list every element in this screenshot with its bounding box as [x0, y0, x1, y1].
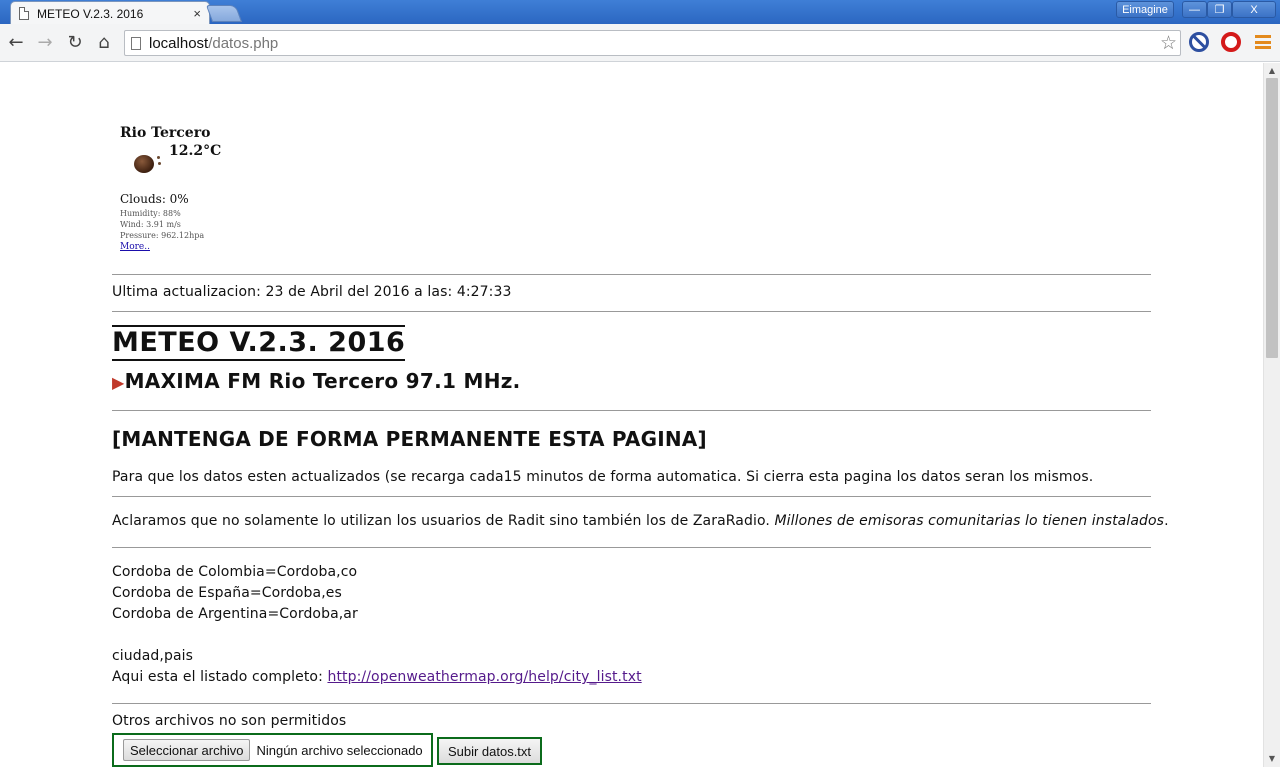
keep-page-heading: [MANTENGA DE FORMA PERMANENTE ESTA PAGIN…: [112, 427, 707, 451]
city-list-link[interactable]: http://openweathermap.org/help/city_list…: [327, 669, 641, 685]
files-note: Otros archivos no son permitidos: [112, 713, 347, 729]
station-subtitle: ▶MAXIMA FM Rio Tercero 97.1 MHz.: [112, 369, 521, 393]
weather-pressure: Pressure: 962.12hpa: [120, 231, 205, 240]
document-icon: [19, 7, 29, 20]
city-list-line: Aqui esta el listado completo: http://op…: [112, 669, 642, 685]
scroll-up-arrow-icon[interactable]: ▲: [1264, 63, 1280, 79]
opera-extension-icon[interactable]: [1221, 32, 1241, 52]
example-line: Cordoba de España=Cordoba,es: [112, 585, 342, 601]
url-text[interactable]: localhost/datos.php: [149, 35, 278, 52]
browser-tab[interactable]: METEO V.2.3. 2016 ×: [10, 1, 210, 25]
weather-humidity: Humidity: 88%: [120, 209, 181, 218]
upload-button[interactable]: Subir datos.txt: [437, 737, 542, 765]
reload-icon[interactable]: ↻: [65, 33, 85, 53]
weather-widget: Rio Tercero 12.2°C Clouds: 0% Humidity: …: [120, 125, 260, 252]
home-icon[interactable]: ⌂: [94, 33, 114, 53]
tab-title: METEO V.2.3. 2016: [37, 6, 144, 21]
weather-city: Rio Tercero: [120, 125, 211, 141]
adblock-extension-icon[interactable]: [1189, 32, 1209, 52]
minimize-button[interactable]: —: [1182, 1, 1207, 18]
divider: [112, 496, 1151, 497]
back-arrow-icon[interactable]: ←: [6, 33, 26, 53]
example-line: Cordoba de Argentina=Cordoba,ar: [112, 606, 358, 622]
file-status-text: Ningún archivo seleccionado: [256, 742, 423, 758]
divider: [112, 274, 1151, 275]
keep-page-text: Para que los datos esten actualizados (s…: [112, 469, 1094, 485]
weather-wind: Wind: 3.91 m/s: [120, 220, 181, 229]
scroll-thumb[interactable]: [1266, 78, 1278, 358]
weather-more-link[interactable]: More..: [120, 242, 150, 252]
maximize-button[interactable]: ❐: [1207, 1, 1232, 18]
browser-toolbar: ← → ↻ ⌂ localhost/datos.php ☆: [0, 24, 1280, 62]
format-text: ciudad,pais: [112, 648, 194, 664]
menu-icon[interactable]: [1255, 35, 1271, 49]
bookmark-star-icon[interactable]: ☆: [1160, 32, 1177, 54]
divider: [112, 703, 1151, 704]
new-tab-button[interactable]: [205, 5, 243, 22]
page-title: METEO V.2.3. 2016: [112, 325, 406, 361]
example-line: Cordoba de Colombia=Cordoba,co: [112, 564, 358, 580]
file-upload-field: Seleccionar archivo Ningún archivo selec…: [112, 733, 433, 767]
divider: [112, 311, 1151, 312]
last-update-text: Ultima actualizacion: 23 de Abril del 20…: [112, 284, 512, 300]
scroll-down-arrow-icon[interactable]: ▼: [1264, 751, 1280, 767]
weather-clouds: Clouds: 0%: [120, 192, 189, 206]
tab-close-icon[interactable]: ×: [193, 6, 201, 21]
address-bar[interactable]: localhost/datos.php ☆: [124, 30, 1181, 56]
profile-button[interactable]: Eimagine: [1116, 1, 1174, 18]
choose-file-button[interactable]: Seleccionar archivo: [123, 739, 251, 761]
window-titlebar: METEO V.2.3. 2016 × Eimagine — ❐ X: [0, 0, 1280, 25]
close-window-button[interactable]: X: [1232, 1, 1276, 18]
clarify-text: Aclaramos que no solamente lo utilizan l…: [112, 513, 1169, 529]
weather-icon: [134, 155, 160, 173]
vertical-scrollbar[interactable]: ▲ ▼: [1263, 63, 1280, 767]
divider: [112, 410, 1151, 411]
play-arrow-icon: ▶: [112, 373, 125, 392]
page-icon: [131, 37, 141, 50]
forward-arrow-icon[interactable]: →: [35, 33, 55, 53]
weather-temperature: 12.2°C: [169, 143, 222, 159]
divider: [112, 547, 1151, 548]
